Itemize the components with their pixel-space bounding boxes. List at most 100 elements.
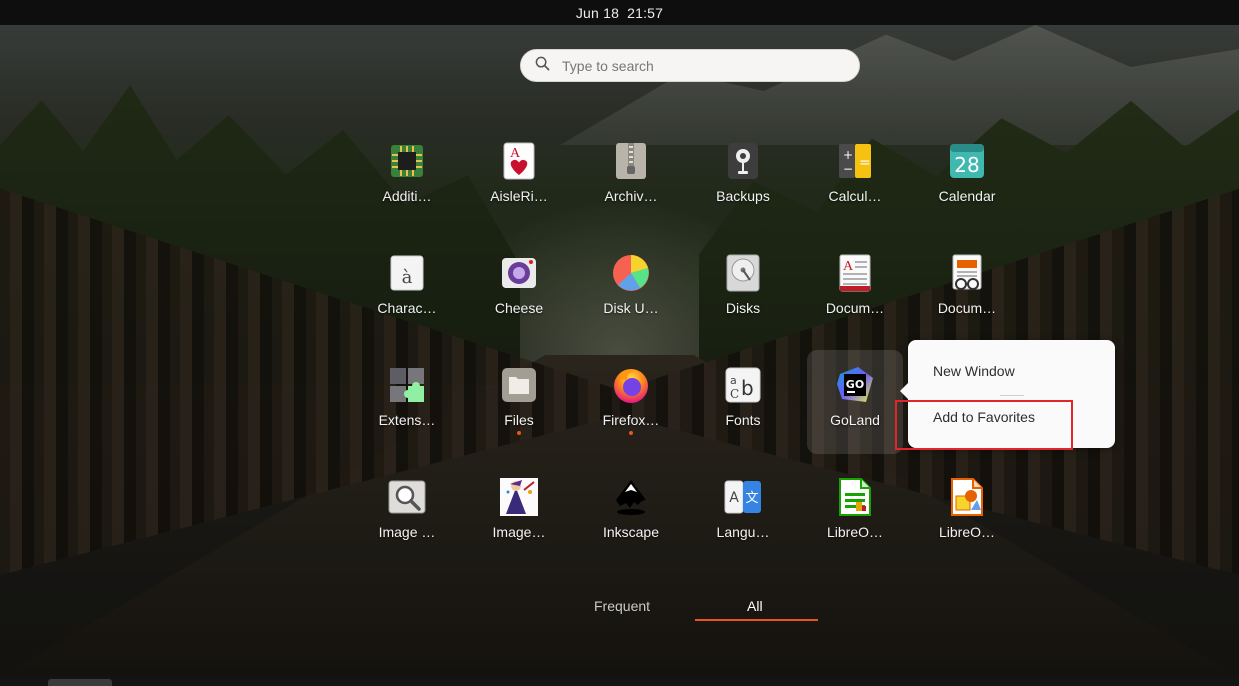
- calendar-icon: 28: [948, 142, 986, 180]
- app-label: Backups: [716, 188, 770, 204]
- pie-chart-icon: [612, 254, 650, 292]
- backup-safe-icon: [724, 142, 762, 180]
- playing-card-icon: A: [500, 142, 538, 180]
- app-characters[interactable]: à Charac…: [359, 238, 455, 342]
- firefox-icon: [612, 366, 650, 404]
- language-cjk-glyph: 文: [745, 491, 758, 506]
- calculator-icon: + − =: [836, 142, 874, 180]
- app-label: Archiv…: [604, 188, 658, 204]
- app-disks[interactable]: Disks: [695, 238, 791, 342]
- svg-text:−: −: [843, 162, 853, 176]
- app-label: Image …: [378, 524, 436, 540]
- fonts-icon: aCb: [724, 366, 762, 404]
- app-label: LibreO…: [826, 524, 884, 540]
- clock[interactable]: Jun 18 21:57: [576, 5, 663, 21]
- chip-icon: [388, 142, 426, 180]
- svg-text:A: A: [843, 259, 854, 274]
- clock-time: 21:57: [627, 4, 664, 21]
- app-label: Cheese: [494, 300, 544, 316]
- app-label: Image…: [492, 524, 546, 540]
- folder-icon: [500, 366, 538, 404]
- app-firefox[interactable]: Firefox…: [583, 350, 679, 454]
- language-latin-glyph: A: [729, 490, 739, 506]
- search-input[interactable]: [560, 56, 844, 75]
- app-label: Charac…: [377, 300, 437, 316]
- svg-text:C: C: [730, 387, 739, 401]
- tab-all[interactable]: All: [747, 598, 763, 614]
- webcam-icon: [500, 254, 538, 292]
- app-disk-usage[interactable]: Disk U…: [583, 238, 679, 342]
- document-viewer-icon: A: [836, 254, 874, 292]
- app-imagemagick[interactable]: Image…: [471, 462, 567, 566]
- app-label: Inkscape: [602, 524, 660, 540]
- app-label: Langu…: [716, 524, 770, 540]
- svg-text:a: a: [730, 374, 737, 387]
- app-label: Firefox…: [602, 412, 660, 428]
- character-map-icon: à: [388, 254, 426, 292]
- app-aisleriot[interactable]: A AisleRi…: [471, 126, 567, 230]
- app-libreoffice-calc[interactable]: LibreO…: [807, 462, 903, 566]
- app-label: Extens…: [378, 412, 436, 428]
- app-label: Disks: [725, 300, 761, 316]
- app-cheese[interactable]: Cheese: [471, 238, 567, 342]
- app-libreoffice-draw[interactable]: LibreO…: [919, 462, 1015, 566]
- menu-separator: [1000, 395, 1024, 396]
- language-icon: A文: [724, 478, 762, 516]
- app-goland[interactable]: GO GoLand: [807, 350, 903, 454]
- app-archive-manager[interactable]: Archiv…: [583, 126, 679, 230]
- clock-date: Jun 18: [575, 4, 620, 21]
- disk-icon: [724, 254, 762, 292]
- image-viewer-icon: [388, 478, 426, 516]
- character-glyph: à: [402, 267, 413, 288]
- app-label: Disk U…: [603, 300, 659, 316]
- annotation-highlight-box: [895, 400, 1073, 450]
- goland-icon: GO: [836, 366, 874, 404]
- app-calculator[interactable]: + − = Calcul…: [807, 126, 903, 230]
- app-label: Additi…: [382, 188, 432, 204]
- app-label: Docum…: [937, 300, 997, 316]
- app-fonts[interactable]: aCb Fonts: [695, 350, 791, 454]
- calendar-day: 28: [954, 153, 979, 177]
- bottom-dock-strip: [0, 677, 1239, 686]
- search-icon: [535, 56, 550, 76]
- app-label: Docum…: [825, 300, 885, 316]
- app-language-support[interactable]: A文 Langu…: [695, 462, 791, 566]
- app-label: Files: [504, 412, 534, 428]
- app-label: GoLand: [830, 412, 880, 428]
- running-indicator: [517, 431, 521, 435]
- svg-text:+: +: [843, 148, 853, 162]
- app-additional-drivers[interactable]: Additi…: [359, 126, 455, 230]
- app-label: LibreO…: [938, 524, 996, 540]
- app-calendar[interactable]: 28 Calendar: [919, 126, 1015, 230]
- goland-badge: GO: [846, 378, 864, 391]
- app-label: Fonts: [725, 412, 761, 428]
- search-bar[interactable]: [520, 49, 860, 82]
- app-document-scanner[interactable]: Docum…: [919, 238, 1015, 342]
- active-tab-indicator: [695, 619, 818, 621]
- running-indicator: [629, 431, 633, 435]
- document-scanner-icon: [948, 254, 986, 292]
- dock-handle[interactable]: [48, 679, 112, 686]
- app-backups[interactable]: Backups: [695, 126, 791, 230]
- tab-frequent[interactable]: Frequent: [594, 598, 650, 614]
- app-label: AisleRi…: [490, 188, 548, 204]
- app-extensions[interactable]: Extens…: [359, 350, 455, 454]
- svg-text:A: A: [510, 146, 521, 161]
- app-label: Calendar: [938, 188, 996, 204]
- libreoffice-draw-icon: [948, 478, 986, 516]
- svg-text:=: =: [859, 155, 871, 171]
- app-files[interactable]: Files: [471, 350, 567, 454]
- libreoffice-calc-icon: [836, 478, 874, 516]
- app-inkscape[interactable]: Inkscape: [583, 462, 679, 566]
- puzzle-icon: [388, 366, 426, 404]
- inkscape-icon: [612, 478, 650, 516]
- archive-zipper-icon: [612, 142, 650, 180]
- top-bar: Jun 18 21:57: [0, 0, 1239, 25]
- app-document-viewer[interactable]: A Docum…: [807, 238, 903, 342]
- image-magick-icon: [500, 478, 538, 516]
- menu-item-new-window[interactable]: New Window: [933, 363, 1015, 379]
- app-label: Calcul…: [828, 188, 882, 204]
- svg-text:b: b: [741, 376, 754, 400]
- app-image-viewer[interactable]: Image …: [359, 462, 455, 566]
- app-grid-tabs: Frequent All: [0, 590, 1239, 630]
